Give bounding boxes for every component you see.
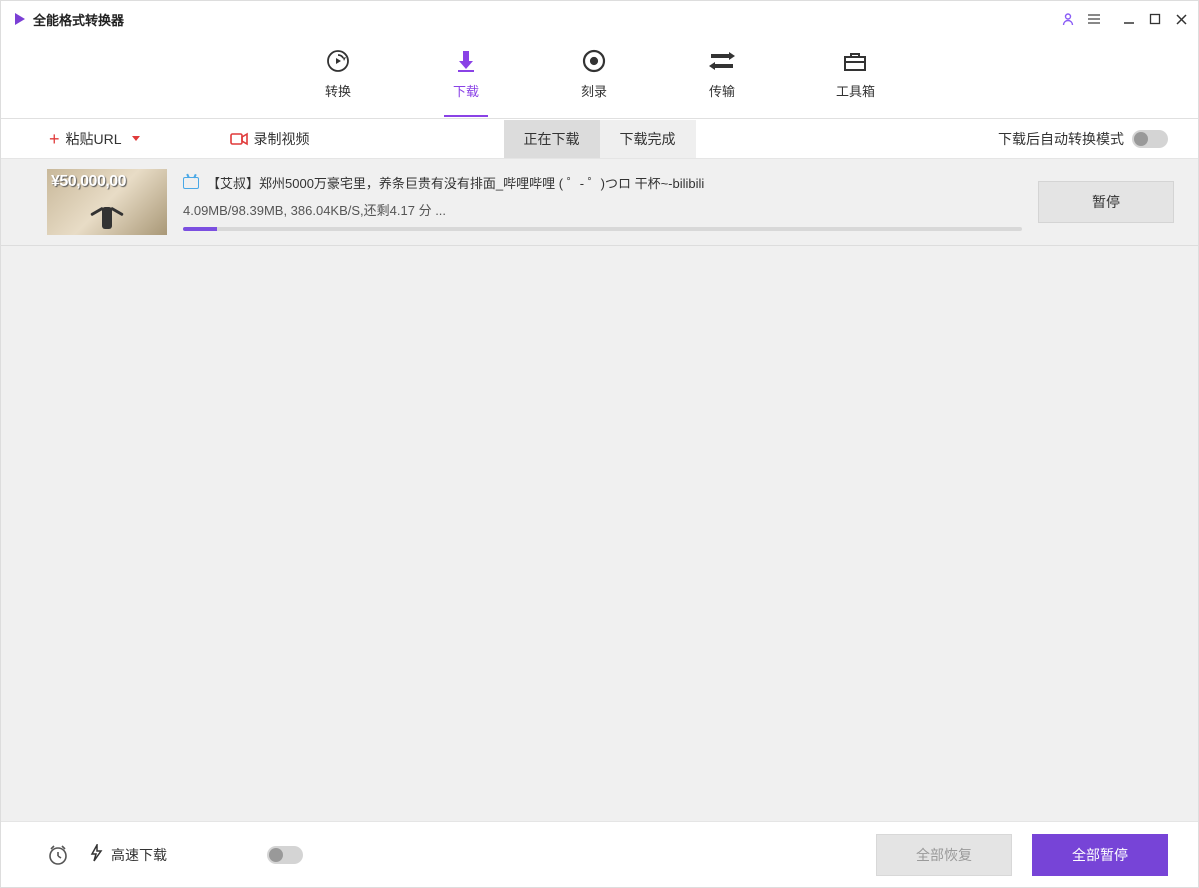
lightning-icon [89,844,103,865]
nav-tab-convert[interactable]: 转换 [306,39,370,116]
nav-label: 工具箱 [836,81,875,100]
app-logo-icon [15,13,25,25]
nav-tab-burn[interactable]: 刻录 [562,39,626,116]
title-bar: 全能格式转换器 [1,1,1198,37]
pause-button[interactable]: 暂停 [1038,181,1174,223]
subtab-completed[interactable]: 下载完成 [600,120,696,158]
hamburger-menu-icon[interactable] [1086,11,1102,27]
minimize-button[interactable] [1120,10,1138,28]
main-nav: 转换 下载 刻录 传输 [1,37,1198,119]
convert-icon [324,47,352,75]
auto-convert-toggle-group: 下载后自动转换模式 [998,129,1168,149]
speed-download-toggle[interactable] [267,846,303,864]
nav-tab-transfer[interactable]: 传输 [690,39,754,116]
nav-label: 下载 [453,81,479,100]
video-thumbnail[interactable]: ¥50,000,00 [47,169,167,235]
subtab-downloading[interactable]: 正在下载 [504,120,600,158]
download-item: ¥50,000,00 【艾叔】郑州5000万豪宅里，养条巨贵有没有排面_哔哩哔哩… [1,159,1198,246]
record-video-label: 录制视频 [254,129,310,149]
sub-tabs: 正在下载 下载完成 [504,120,696,158]
auto-convert-label: 下载后自动转换模式 [998,129,1124,149]
download-list: ¥50,000,00 【艾叔】郑州5000万豪宅里，养条巨贵有没有排面_哔哩哔哩… [1,159,1198,821]
nav-label: 传输 [709,81,735,100]
pause-all-button[interactable]: 全部暂停 [1032,834,1168,876]
chevron-down-icon [132,136,140,141]
item-info: 【艾叔】郑州5000万豪宅里，养条巨贵有没有排面_哔哩哔哩 ( ゜- ゜)つロ … [183,173,1022,231]
bilibili-icon [183,177,199,189]
record-video-button[interactable]: 录制视频 [230,129,310,149]
auto-convert-toggle[interactable] [1132,130,1168,148]
app-window: 全能格式转换器 [0,0,1199,888]
item-title: 【艾叔】郑州5000万豪宅里，养条巨贵有没有排面_哔哩哔哩 ( ゜- ゜)つロ … [207,173,704,192]
speed-download-group: 高速下载 [89,844,167,865]
progress-fill [183,227,217,231]
close-button[interactable] [1172,10,1190,28]
nav-label: 转换 [325,81,351,100]
nav-tab-toolbox[interactable]: 工具箱 [818,39,893,116]
plus-icon: + [49,130,60,148]
progress-bar [183,227,1022,231]
speed-download-label: 高速下载 [111,845,167,865]
toolbar: + 粘贴URL 录制视频 正在下载 下载完成 下载后自动转换模式 [1,119,1198,159]
nav-label: 刻录 [581,81,607,100]
user-icon[interactable] [1060,11,1076,27]
burn-icon [580,47,608,75]
toolbox-icon [841,47,869,75]
transfer-icon [708,47,736,75]
camera-icon [230,132,248,146]
item-status: 4.09MB/98.39MB, 386.04KB/S,还剩4.17 分 ... [183,200,1022,219]
nav-tab-download[interactable]: 下载 [434,39,498,116]
title-controls [1060,10,1190,28]
footer: 高速下载 全部恢复 全部暂停 [1,821,1198,887]
paste-url-button[interactable]: + 粘贴URL [49,129,140,149]
maximize-button[interactable] [1146,10,1164,28]
scheduler-icon[interactable] [47,844,69,866]
resume-all-button[interactable]: 全部恢复 [876,834,1012,876]
download-icon [452,47,480,75]
paste-url-label: 粘贴URL [66,129,122,149]
app-title: 全能格式转换器 [33,10,124,29]
thumbnail-text: ¥50,000,00 [51,173,126,191]
